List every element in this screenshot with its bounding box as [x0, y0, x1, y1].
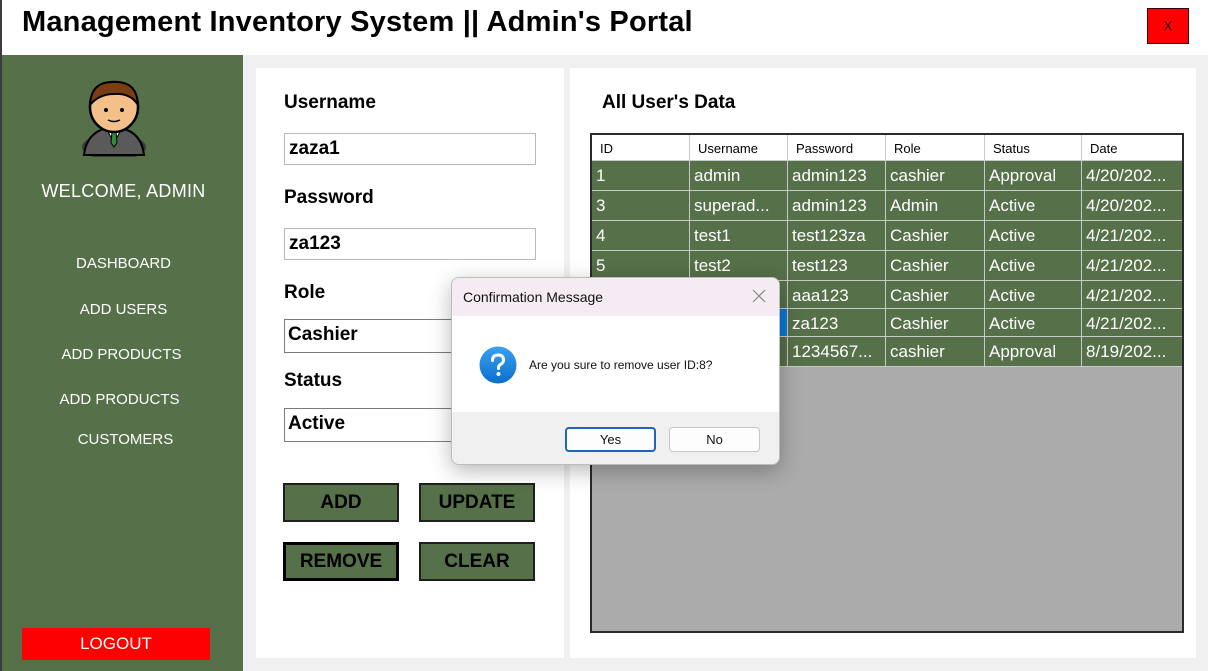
cell-date[interactable]: 4/21/202...	[1082, 251, 1182, 281]
status-label: Status	[284, 370, 343, 391]
table-row[interactable]: 1 admin admin123 cashier Approval 4/20/2…	[592, 161, 1182, 191]
cell-username[interactable]: superad...	[690, 191, 788, 221]
dialog-title-bar[interactable]: Confirmation Message	[452, 278, 779, 316]
close-icon[interactable]	[750, 287, 768, 305]
grid-header: ID Username Password Role Status Date	[592, 135, 1182, 161]
password-label: Password	[284, 187, 374, 208]
column-header-status[interactable]: Status	[985, 135, 1082, 161]
cell-password[interactable]: aaa123	[788, 281, 886, 309]
cell-id[interactable]: 3	[592, 191, 690, 221]
dialog-message: Are you sure to remove user ID:8?	[529, 358, 713, 372]
nav-add-users[interactable]: ADD USERS	[2, 301, 245, 318]
cell-date[interactable]: 4/21/202...	[1082, 281, 1182, 309]
cell-date[interactable]: 4/20/202...	[1082, 161, 1182, 191]
username-field[interactable]: zaza1	[284, 133, 536, 165]
nav-add-products-2[interactable]: ADD PRODUCTS	[0, 391, 241, 408]
table-title: All User's Data	[602, 92, 736, 113]
column-header-id[interactable]: ID	[592, 135, 690, 161]
cell-password[interactable]: test123za	[788, 221, 886, 251]
table-row[interactable]: 3 superad... admin123 Admin Active 4/20/…	[592, 191, 1182, 221]
cell-status[interactable]: Active	[985, 191, 1082, 221]
dialog-body: Are you sure to remove user ID:8?	[452, 316, 779, 412]
update-button[interactable]: UPDATE	[419, 483, 535, 522]
sidebar: WELCOME, ADMIN DASHBOARD ADD USERS ADD P…	[0, 55, 243, 671]
user-avatar-icon	[82, 80, 146, 157]
app-window: Management Inventory System || Admin's P…	[0, 0, 1208, 671]
clear-button[interactable]: CLEAR	[419, 542, 535, 581]
cell-id[interactable]: 4	[592, 221, 690, 251]
cell-id[interactable]: 1	[592, 161, 690, 191]
no-button[interactable]: No	[669, 427, 760, 452]
cell-status[interactable]: Active	[985, 281, 1082, 309]
cell-date[interactable]: 4/21/202...	[1082, 221, 1182, 251]
remove-button[interactable]: REMOVE	[283, 542, 399, 581]
cell-date[interactable]: 4/21/202...	[1082, 309, 1182, 337]
cell-date[interactable]: 8/19/202...	[1082, 337, 1182, 367]
dialog-title: Confirmation Message	[463, 289, 604, 305]
cell-password[interactable]: admin123	[788, 191, 886, 221]
dialog-footer: Yes No	[452, 412, 779, 464]
cell-role[interactable]: Cashier	[886, 309, 985, 337]
cell-status[interactable]: Active	[985, 309, 1082, 337]
nav-dashboard[interactable]: DASHBOARD	[2, 255, 245, 272]
table-row[interactable]: 4 test1 test123za Cashier Active 4/21/20…	[592, 221, 1182, 251]
cell-role[interactable]: cashier	[886, 337, 985, 367]
cell-password[interactable]: 1234567...	[788, 337, 886, 367]
cell-username[interactable]: admin	[690, 161, 788, 191]
cell-date[interactable]: 4/20/202...	[1082, 191, 1182, 221]
welcome-text: WELCOME, ADMIN	[41, 181, 206, 201]
cell-role[interactable]: Cashier	[886, 251, 985, 281]
cell-password[interactable]: test123	[788, 251, 886, 281]
username-label: Username	[284, 92, 376, 113]
role-label: Role	[284, 282, 326, 303]
cell-status[interactable]: Approval	[985, 337, 1082, 367]
cell-password[interactable]: za123	[788, 309, 886, 337]
cell-role[interactable]: Admin	[886, 191, 985, 221]
column-header-role[interactable]: Role	[886, 135, 985, 161]
close-app-button[interactable]: X	[1147, 8, 1189, 44]
cell-status[interactable]: Approval	[985, 161, 1082, 191]
confirmation-dialog: Confirmation Message Are you sure to rem…	[451, 277, 780, 465]
column-header-date[interactable]: Date	[1082, 135, 1182, 161]
cell-status[interactable]: Active	[985, 221, 1082, 251]
cell-username[interactable]: test1	[690, 221, 788, 251]
nav-customers[interactable]: CUSTOMERS	[4, 431, 247, 448]
nav-add-products[interactable]: ADD PRODUCTS	[0, 346, 243, 363]
password-field[interactable]: za123	[284, 228, 536, 260]
yes-button[interactable]: Yes	[565, 427, 656, 452]
cell-status[interactable]: Active	[985, 251, 1082, 281]
column-header-password[interactable]: Password	[788, 135, 886, 161]
cell-role[interactable]: Cashier	[886, 281, 985, 309]
logout-button[interactable]: LOGOUT	[22, 628, 210, 660]
question-icon	[479, 346, 517, 384]
add-button[interactable]: ADD	[283, 483, 399, 522]
cell-password[interactable]: admin123	[788, 161, 886, 191]
cell-role[interactable]: cashier	[886, 161, 985, 191]
title-bar: Management Inventory System || Admin's P…	[0, 0, 1208, 55]
app-title: Management Inventory System || Admin's P…	[22, 6, 693, 38]
column-header-username[interactable]: Username	[690, 135, 788, 161]
cell-role[interactable]: Cashier	[886, 221, 985, 251]
